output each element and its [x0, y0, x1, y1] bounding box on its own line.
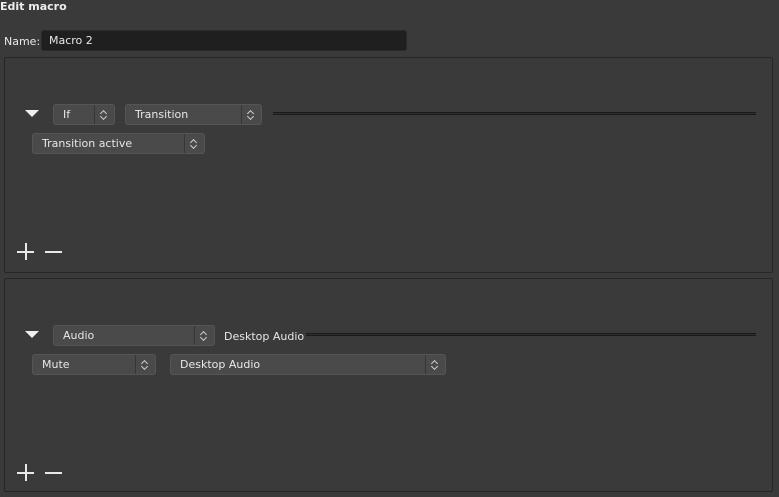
- add-condition-icon[interactable]: [17, 243, 34, 260]
- window-title: Edit macro: [0, 0, 67, 13]
- spinner-arrows-icon: [194, 326, 214, 345]
- spinner-arrows-icon: [425, 355, 445, 374]
- audio-source-value: Desktop Audio: [180, 358, 261, 371]
- remove-condition-icon[interactable]: [45, 243, 62, 260]
- spinner-arrows-icon: [94, 105, 114, 124]
- spinner-arrows-icon: [184, 134, 204, 153]
- collapse-triangle-icon[interactable]: [25, 110, 39, 117]
- actions-panel: Audio Desktop Audio Mute Desktop Audio: [4, 278, 773, 492]
- header-divider: [273, 112, 756, 115]
- action-source-heading: Desktop Audio: [224, 330, 305, 343]
- action-type-select[interactable]: Audio: [53, 325, 215, 346]
- condition-logic-select[interactable]: If: [53, 104, 115, 125]
- condition-logic-value: If: [63, 108, 71, 121]
- add-action-icon[interactable]: [17, 464, 34, 481]
- macro-name-input[interactable]: Macro 2: [41, 30, 407, 51]
- audio-operation-select[interactable]: Mute: [32, 354, 156, 375]
- remove-action-icon[interactable]: [45, 464, 62, 481]
- transition-condition-select[interactable]: Transition active: [32, 133, 205, 154]
- audio-operation-value: Mute: [42, 358, 70, 371]
- condition-type-select[interactable]: Transition: [125, 104, 262, 125]
- condition-type-value: Transition: [135, 108, 189, 121]
- spinner-arrows-icon: [135, 355, 155, 374]
- name-label: Name:: [4, 35, 41, 48]
- audio-source-select[interactable]: Desktop Audio: [170, 354, 446, 375]
- spinner-arrows-icon: [241, 105, 261, 124]
- header-divider: [306, 333, 756, 336]
- conditions-panel: If Transition Transition active: [4, 57, 773, 273]
- transition-condition-value: Transition active: [42, 137, 133, 150]
- action-type-value: Audio: [63, 329, 95, 342]
- collapse-triangle-icon[interactable]: [25, 331, 39, 338]
